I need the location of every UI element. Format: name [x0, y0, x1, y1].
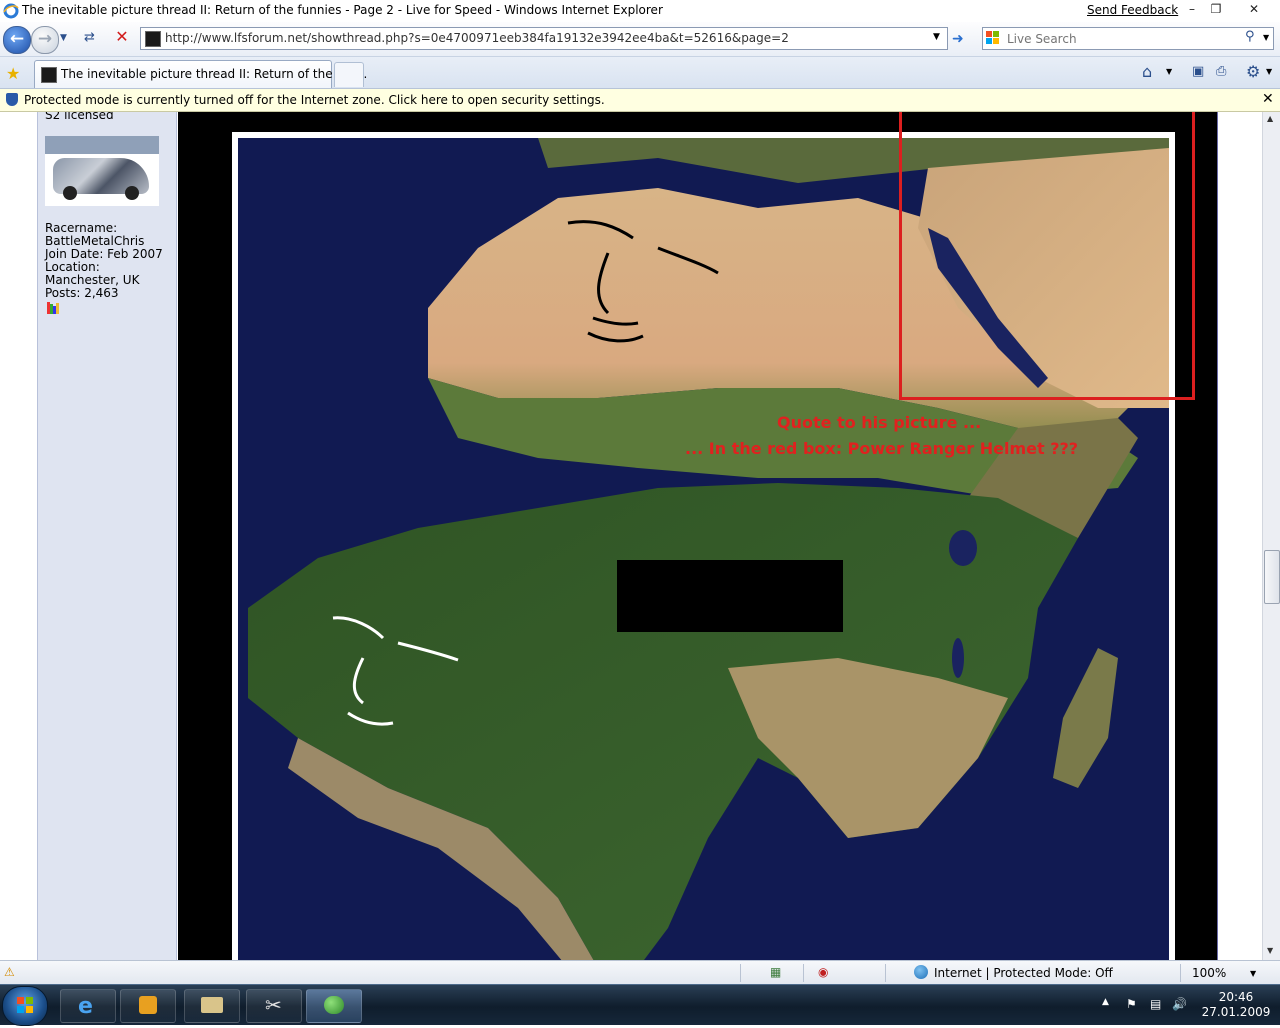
taskbar: e ✂ ▲ ⚑ ▤ 🔊 20:46 27.01.2009 — [0, 984, 1280, 1026]
favorites-star-icon[interactable]: ★ — [6, 64, 20, 83]
print-icon[interactable]: ⎙ — [1216, 64, 1226, 79]
windows-logo-icon — [17, 997, 33, 1013]
action-center-flag-icon[interactable]: ⚑ — [1126, 997, 1137, 1011]
clock-date: 27.01.2009 — [1201, 1005, 1271, 1019]
forward-arrow-icon: → — [37, 29, 53, 49]
media-player-icon — [139, 996, 157, 1014]
rainbow-badge-icon — [46, 301, 60, 315]
scrollbar-thumb[interactable] — [1264, 550, 1280, 604]
home-icon[interactable]: ⌂ — [1142, 62, 1152, 81]
censor-bar — [617, 560, 843, 632]
back-button[interactable]: ← — [3, 26, 31, 54]
live-search-icon — [986, 31, 1000, 45]
ie-logo-icon — [3, 3, 19, 19]
red-highlight-box — [899, 112, 1195, 400]
license-text: S2 licensed — [45, 112, 114, 122]
back-arrow-icon: ← — [9, 29, 25, 49]
tab-label: The inevitable picture thread II: Return… — [61, 67, 368, 81]
taskbar-explorer-button[interactable] — [184, 989, 240, 1023]
title-bar: The inevitable picture thread II: Return… — [0, 0, 1280, 22]
tools-dropdown-icon[interactable]: ▼ — [1266, 67, 1272, 76]
status-page-icon: ▦ — [770, 965, 782, 979]
network-icon[interactable]: ▤ — [1150, 997, 1161, 1011]
security-info-bar[interactable]: Protected mode is currently turned off f… — [0, 89, 1280, 112]
send-feedback-link[interactable]: Send Feedback — [1087, 3, 1178, 17]
tools-gear-icon[interactable]: ⚙ — [1246, 62, 1260, 81]
lfs-favicon-icon — [145, 31, 161, 47]
taskbar-ie-button[interactable]: e — [60, 989, 116, 1023]
minimize-button[interactable]: – — [1181, 1, 1203, 18]
scissors-icon: ✂ — [265, 993, 282, 1017]
search-box[interactable]: ⚲ ▼ — [982, 27, 1274, 50]
user-info-sidebar: S2 licensed Racername: BattleMetalChris … — [37, 112, 177, 960]
folder-icon — [201, 997, 223, 1013]
start-button[interactable] — [2, 986, 48, 1026]
address-dropdown-icon[interactable]: ▼ — [933, 32, 940, 42]
search-options-dropdown-icon[interactable]: ▼ — [1263, 33, 1269, 42]
feeds-icon[interactable]: ▣ — [1192, 64, 1204, 79]
tray-expand-icon[interactable]: ▲ — [1102, 997, 1109, 1007]
popup-blocked-icon[interactable]: ◉ — [818, 965, 828, 979]
compatibility-view-icon[interactable]: ⇄ — [84, 30, 95, 45]
zoom-dropdown-icon[interactable]: ▼ — [1250, 969, 1256, 978]
post-right-margin — [1217, 112, 1262, 960]
page-content: S2 licensed Racername: BattleMetalChris … — [0, 112, 1262, 960]
quote-text-line-1: Quote to his picture ... — [777, 413, 982, 432]
window-title: The inevitable picture thread II: Return… — [22, 3, 663, 17]
navigation-bar: ← → ▼ ⇄ ✕ http://www.lfsforum.net/showth… — [0, 22, 1280, 57]
infobar-close-icon[interactable]: ✕ — [1262, 91, 1274, 107]
taskbar-messenger-button[interactable] — [306, 989, 362, 1023]
go-arrow-icon[interactable]: ➜ — [952, 31, 964, 47]
recent-pages-dropdown-icon[interactable]: ▼ — [60, 33, 67, 43]
maximize-button[interactable]: ❐ — [1205, 1, 1227, 18]
volume-icon[interactable]: 🔊 — [1172, 997, 1187, 1011]
close-window-button[interactable]: ✕ — [1243, 1, 1265, 18]
clock-time: 20:46 — [1218, 990, 1254, 1004]
taskbar-snipping-button[interactable]: ✂ — [246, 989, 302, 1023]
shield-icon — [6, 93, 18, 106]
post-count: Posts: 2,463 — [45, 286, 119, 300]
search-input[interactable] — [1005, 30, 1249, 47]
forward-button[interactable]: → — [31, 26, 59, 54]
address-bar[interactable]: http://www.lfsforum.net/showthread.php?s… — [140, 27, 948, 50]
avatar — [45, 136, 159, 206]
ie-taskbar-icon: e — [78, 994, 93, 1019]
tab-bar: ★ The inevitable picture thread II: Retu… — [0, 57, 1280, 89]
vertical-scrollbar[interactable]: ▲ ▼ — [1262, 112, 1280, 960]
address-url[interactable]: http://www.lfsforum.net/showthread.php?s… — [165, 31, 789, 45]
stop-button[interactable]: ✕ — [112, 27, 132, 47]
internet-globe-icon — [914, 965, 928, 979]
search-magnifier-icon[interactable]: ⚲ — [1245, 29, 1255, 44]
status-bar: ⚠ ▦ ◉ Internet | Protected Mode: Off 100… — [0, 960, 1280, 985]
zoom-level[interactable]: 100% — [1192, 966, 1226, 980]
new-tab-button[interactable] — [334, 62, 364, 87]
scroll-down-icon[interactable]: ▼ — [1267, 946, 1273, 955]
quote-text-line-2: ... In the red box: Power Ranger Helmet … — [685, 439, 1079, 458]
taskbar-media-player-button[interactable] — [120, 989, 176, 1023]
infobar-message[interactable]: Protected mode is currently turned off f… — [24, 93, 605, 107]
scroll-up-icon[interactable]: ▲ — [1267, 114, 1273, 123]
tab-favicon-icon — [41, 67, 57, 83]
security-zone-text[interactable]: Internet | Protected Mode: Off — [934, 966, 1113, 980]
home-dropdown-icon[interactable]: ▼ — [1166, 67, 1172, 76]
taskbar-clock[interactable]: 20:46 27.01.2009 — [1196, 990, 1276, 1020]
tab-active[interactable]: The inevitable picture thread II: Return… — [34, 60, 367, 88]
messenger-icon — [324, 996, 344, 1014]
status-warning-icon: ⚠ — [4, 965, 15, 979]
